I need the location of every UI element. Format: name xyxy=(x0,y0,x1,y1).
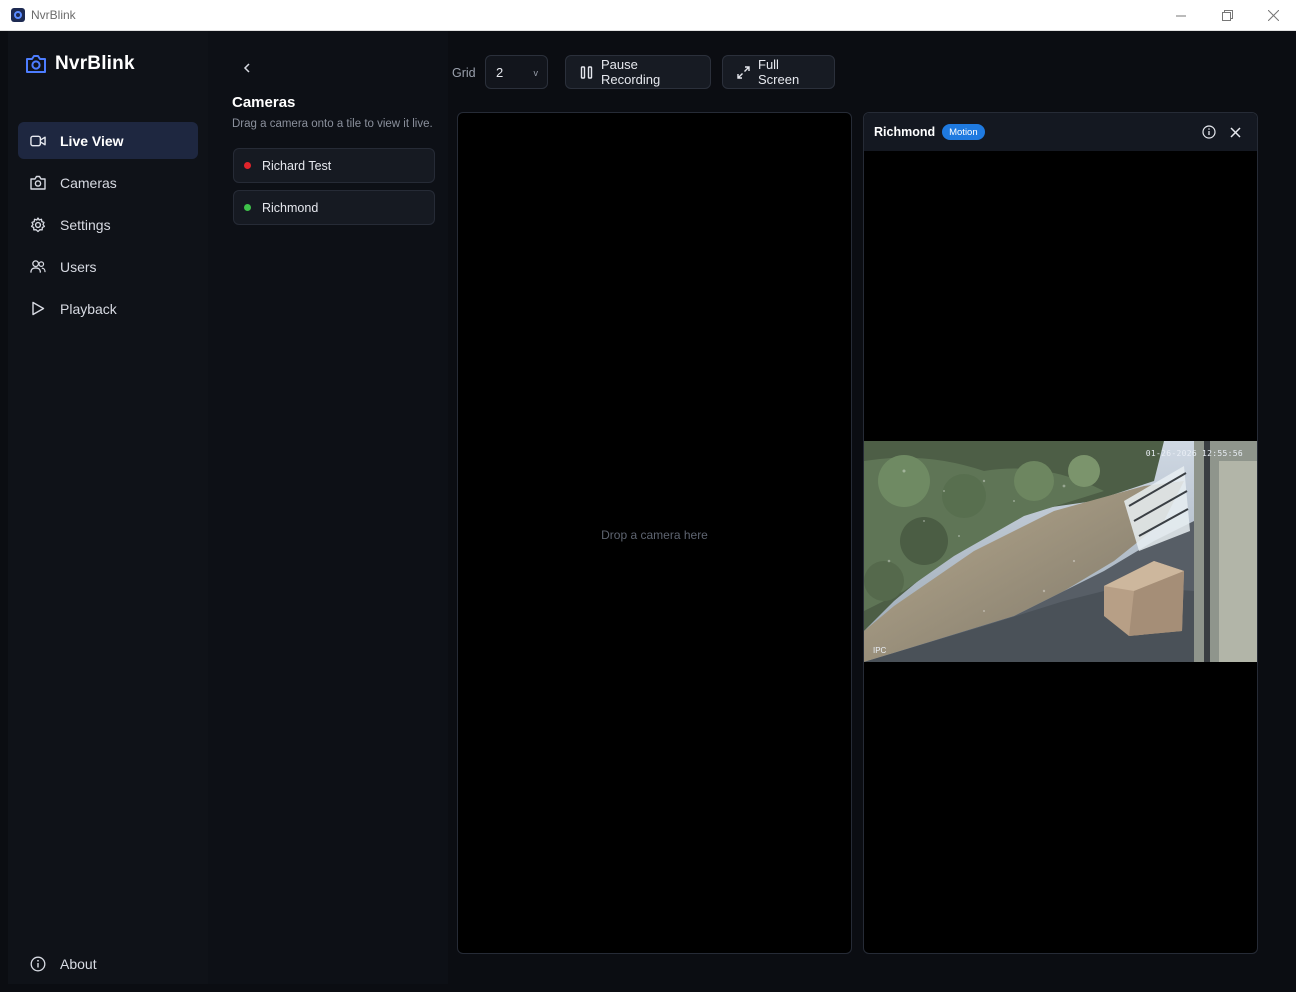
video-icon xyxy=(30,133,46,149)
chevron-down-icon: v xyxy=(533,68,539,78)
grid-label: Grid xyxy=(452,66,476,80)
camera-name: Richmond xyxy=(262,200,319,215)
chevron-left-icon xyxy=(243,63,250,73)
info-icon xyxy=(30,956,46,972)
full-screen-button[interactable]: Full Screen xyxy=(722,55,835,89)
camera-name: Richard Test xyxy=(262,158,332,173)
main-nav: Live View Cameras Settings Users Playbac… xyxy=(18,122,198,332)
app-frame: NvrBlink Live View Cameras Settings User… xyxy=(0,31,1296,992)
camera-list-item-richard-test[interactable]: Richard Test xyxy=(233,148,435,183)
close-icon xyxy=(1229,126,1241,138)
expand-icon xyxy=(737,65,750,79)
nav-item-settings[interactable]: Settings xyxy=(18,206,198,243)
nav-item-users[interactable]: Users xyxy=(18,248,198,285)
restore-icon xyxy=(1221,10,1233,21)
nav-item-label: Live View xyxy=(60,132,124,149)
nav-item-label: Cameras xyxy=(60,174,117,191)
minimize-button[interactable] xyxy=(1158,0,1204,31)
pause-recording-label: Pause Recording xyxy=(601,57,661,87)
tile-header: Richmond Motion xyxy=(864,113,1257,151)
grid-size-select[interactable]: 2 v xyxy=(485,55,548,89)
nav-item-label: Playback xyxy=(60,300,117,317)
window-title: NvrBlink xyxy=(31,8,76,22)
title-bar: NvrBlink xyxy=(0,0,1296,31)
motion-badge: Motion xyxy=(942,124,985,140)
pause-icon xyxy=(580,65,593,79)
panel-subtitle: Drag a camera onto a tile to view it liv… xyxy=(232,118,433,130)
camera-list: Richard Test Richmond xyxy=(233,148,435,232)
tile-camera-name: Richmond xyxy=(874,125,936,139)
close-tile-button[interactable] xyxy=(1227,124,1243,140)
grid-tile-empty[interactable]: Drop a camera here xyxy=(457,112,852,954)
play-icon xyxy=(30,301,46,317)
info-icon xyxy=(1202,125,1216,139)
grid-tile-live[interactable]: Richmond Motion 01-26-2026 12:55:56 IPC xyxy=(863,112,1258,954)
nav-item-live-view[interactable]: Live View xyxy=(18,122,198,159)
nav-item-label: Users xyxy=(60,258,97,275)
close-icon xyxy=(1267,10,1279,21)
camera-list-item-richmond[interactable]: Richmond xyxy=(233,190,435,225)
tile-actions xyxy=(1191,124,1243,140)
full-screen-label: Full Screen xyxy=(758,57,800,87)
users-icon xyxy=(30,259,46,275)
nav-item-label: Settings xyxy=(60,216,111,233)
collapse-panel-button[interactable] xyxy=(238,59,256,77)
status-dot xyxy=(244,162,251,169)
minimize-icon xyxy=(1176,15,1186,16)
sidebar: NvrBlink Live View Cameras Settings User… xyxy=(8,31,208,984)
nav-item-playback[interactable]: Playback xyxy=(18,290,198,327)
panel-title: Cameras xyxy=(232,94,296,111)
camera-list-panel: Cameras Drag a camera onto a tile to vie… xyxy=(208,31,448,984)
camera-info-button[interactable] xyxy=(1201,124,1217,140)
live-video-feed[interactable]: 01-26-2026 12:55:56 IPC xyxy=(864,441,1257,662)
about-label: About xyxy=(60,956,97,972)
camera-logo-icon xyxy=(26,55,46,73)
camera-icon xyxy=(30,175,46,191)
app-icon xyxy=(11,8,25,22)
close-window-button[interactable] xyxy=(1250,0,1296,31)
nav-item-about[interactable]: About xyxy=(18,948,198,980)
brand: NvrBlink xyxy=(25,53,135,75)
video-timestamp: 01-26-2026 12:55:56 xyxy=(1145,449,1243,458)
brand-name: NvrBlink xyxy=(55,53,135,74)
grid-value: 2 xyxy=(496,64,504,80)
nav-item-cameras[interactable]: Cameras xyxy=(18,164,198,201)
camera-frame-image xyxy=(864,441,1257,662)
window-controls xyxy=(1158,0,1296,31)
pause-recording-button[interactable]: Pause Recording xyxy=(565,55,711,89)
restore-button[interactable] xyxy=(1204,0,1250,31)
status-dot xyxy=(244,204,251,211)
video-overlay-label: IPC xyxy=(873,646,887,655)
gear-icon xyxy=(30,216,46,233)
drop-hint: Drop a camera here xyxy=(601,528,708,542)
